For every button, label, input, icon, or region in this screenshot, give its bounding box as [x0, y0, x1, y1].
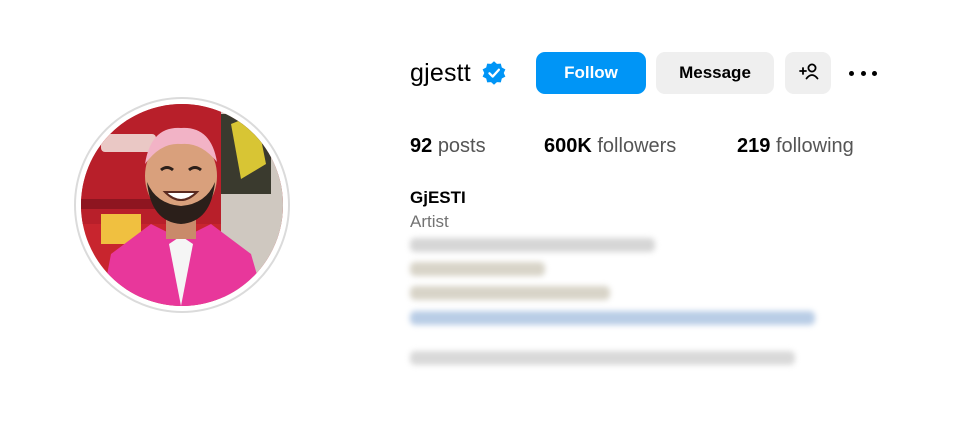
verified-badge-icon [481, 60, 507, 86]
posts-value: 92 [410, 135, 433, 157]
profile-category: Artist [410, 212, 449, 231]
posts-label: posts [437, 135, 486, 157]
following-count[interactable]: 219 following [737, 135, 854, 158]
profile-header: gjestt [410, 52, 507, 94]
message-button[interactable]: Message [656, 52, 774, 94]
following-label: following [775, 135, 854, 157]
followers-label: followers [597, 135, 677, 157]
followers-count[interactable]: 600K followers [544, 135, 676, 158]
avatar[interactable] [81, 104, 283, 306]
suggest-similar-button[interactable] [785, 52, 831, 94]
avatar-photo [81, 104, 283, 306]
add-user-icon [797, 62, 819, 85]
follow-button[interactable]: Follow [536, 52, 646, 94]
followers-value: 600K [544, 135, 592, 157]
following-value: 219 [737, 135, 771, 157]
username: gjestt [410, 58, 471, 87]
full-name: GjESTI [410, 188, 466, 207]
posts-count[interactable]: 92 posts [410, 135, 486, 158]
more-options-icon[interactable] [846, 60, 880, 86]
